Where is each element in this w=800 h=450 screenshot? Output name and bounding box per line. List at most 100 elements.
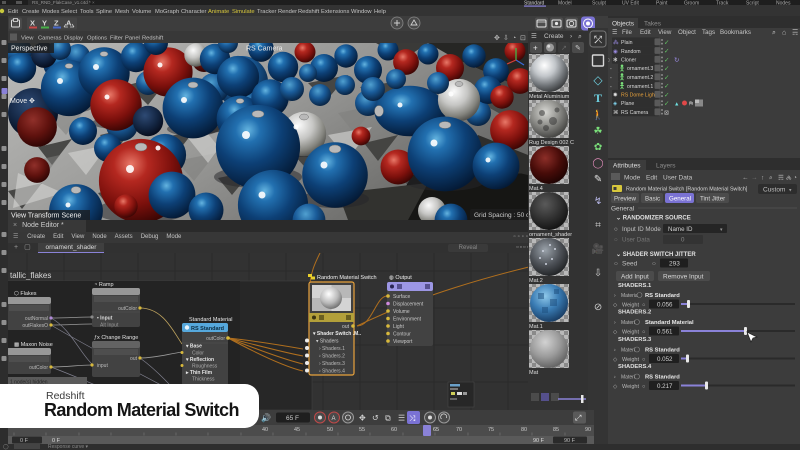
svg-text:Mode: Mode	[624, 175, 641, 182]
svg-text:▪: ▪	[610, 84, 612, 89]
svg-text:›: ›	[614, 375, 616, 381]
svg-text:Perspective: Perspective	[11, 46, 48, 53]
svg-text:Z: Z	[54, 19, 59, 28]
svg-text:⌄ SHADER SWITCH JITTER: ⌄ SHADER SWITCH JITTER	[616, 252, 696, 258]
svg-text:Weight: Weight	[622, 384, 639, 390]
svg-text:+: +	[533, 44, 538, 53]
svg-text:RS Camera: RS Camera	[246, 46, 283, 53]
svg-text:User Data: User Data	[622, 237, 650, 244]
svg-text:Environment: Environment	[393, 317, 422, 323]
svg-text:⇩: ⇩	[503, 34, 509, 42]
svg-text:0.217: 0.217	[657, 383, 673, 390]
svg-text:Mesh: Mesh	[115, 9, 129, 15]
svg-text:☰: ☰	[398, 414, 405, 423]
svg-text:Input ID Mode: Input ID Mode	[622, 226, 661, 233]
svg-text:› Shaders.1: › Shaders.1	[319, 346, 345, 352]
svg-text:✿: ✿	[594, 142, 602, 153]
svg-text:Model: Model	[558, 1, 572, 7]
svg-text:RS Standard: RS Standard	[645, 348, 680, 354]
svg-text:Modes: Modes	[42, 9, 60, 15]
svg-text:✎: ✎	[575, 45, 581, 52]
svg-text:⤱: ⤱	[593, 35, 602, 46]
svg-text:Volume: Volume	[393, 309, 410, 315]
svg-text:▩ Maxon Noise: ▩ Maxon Noise	[14, 342, 53, 348]
svg-text:Tools: Tools	[80, 9, 94, 15]
svg-text:Create: Create	[544, 33, 564, 40]
svg-text:User Data: User Data	[663, 175, 693, 182]
svg-text:🚶: 🚶	[592, 108, 604, 121]
svg-text:◇: ◇	[613, 303, 618, 309]
svg-text:▪: ▪	[610, 66, 612, 71]
svg-text:45: 45	[294, 427, 300, 433]
svg-text:Random: Random	[621, 49, 641, 55]
svg-text:Rug Design 002 C: Rug Design 002 C	[529, 140, 574, 146]
svg-text:65 F: 65 F	[286, 415, 299, 422]
svg-text:View Transform Scene: View Transform Scene	[11, 213, 81, 220]
svg-text:Mat.4: Mat.4	[529, 186, 543, 192]
svg-text:◯: ◯	[592, 158, 603, 169]
svg-text:Display: Display	[64, 36, 83, 42]
svg-text:Objects: Objects	[612, 21, 635, 28]
svg-text:Material: Material	[621, 293, 639, 299]
svg-text:T: T	[594, 91, 602, 105]
svg-text:Displacement: Displacement	[393, 302, 424, 308]
svg-text:Panel: Panel	[125, 36, 140, 42]
svg-text:RS Dome Light: RS Dome Light	[621, 93, 657, 99]
svg-text:✥: ✥	[359, 414, 366, 423]
svg-text:Cameras: Cameras	[38, 36, 62, 42]
svg-text:Nodes: Nodes	[776, 1, 791, 7]
svg-text:⧉: ⧉	[385, 414, 391, 423]
svg-text:ornament.3: ornament.3	[627, 66, 653, 72]
svg-text:85: 85	[553, 427, 559, 433]
svg-text:⬡ Flakes: ⬡ Flakes	[14, 290, 37, 297]
svg-text:Window: Window	[351, 9, 372, 15]
svg-text:Remove Input: Remove Input	[663, 274, 704, 281]
svg-text:○: ○	[614, 261, 618, 268]
svg-text:Cloner: Cloner	[621, 58, 637, 64]
svg-text:60: 60	[391, 427, 397, 433]
svg-text:A: A	[66, 19, 72, 28]
svg-text:outFlakesO: outFlakesO	[22, 323, 48, 329]
svg-text:◔ Ramp: ◔ Ramp	[94, 282, 114, 288]
svg-text:Edit: Edit	[640, 29, 651, 36]
svg-text:Filter: Filter	[110, 36, 123, 42]
svg-text:Plane: Plane	[621, 101, 634, 107]
svg-text:Attributes: Attributes	[613, 163, 641, 170]
svg-text:outColor: outColor	[118, 306, 137, 312]
svg-text:SHADERS.3: SHADERS.3	[618, 337, 652, 343]
svg-text:⌗: ⌗	[595, 220, 601, 231]
svg-text:Track: Track	[716, 1, 729, 7]
svg-text:◇: ◇	[613, 384, 618, 390]
svg-text:View: View	[21, 36, 34, 42]
svg-text:MoGraph: MoGraph	[155, 9, 179, 15]
svg-text:Random Material Switch [Random: Random Material Switch [Random Material …	[626, 187, 748, 193]
svg-text:A: A	[332, 416, 336, 422]
svg-text:80: 80	[521, 427, 527, 433]
svg-text:▲: ▲	[674, 102, 679, 108]
svg-text:⊘: ⊘	[594, 302, 602, 313]
svg-text:Extensions: Extensions	[321, 9, 349, 15]
svg-text:RS Standard: RS Standard	[191, 326, 224, 332]
svg-text:X: X	[30, 19, 35, 28]
svg-text:Tracker: Tracker	[257, 9, 277, 15]
svg-text:↯: ↯	[594, 196, 602, 207]
svg-text:⌄ RANDOMIZER SOURCE: ⌄ RANDOMIZER SOURCE	[616, 216, 691, 222]
svg-text:› Shaders.4: › Shaders.4	[319, 369, 345, 375]
svg-text:SHADERS.1: SHADERS.1	[618, 283, 652, 289]
svg-text:Edit: Edit	[646, 175, 657, 182]
svg-text:◇: ◇	[613, 330, 618, 336]
svg-text:0.052: 0.052	[657, 356, 673, 363]
svg-text:Spline: Spline	[96, 9, 112, 15]
svg-text:Thickness: Thickness	[192, 377, 215, 383]
svg-text:○: ○	[614, 226, 618, 233]
svg-text:Create: Create	[22, 9, 39, 15]
svg-text:☰: ☰	[531, 33, 537, 40]
svg-text:Plain: Plain	[621, 40, 633, 46]
svg-text:⊡: ⊡	[608, 58, 610, 63]
svg-text:Render: Render	[278, 9, 297, 15]
svg-text:⤨: ⤨	[409, 414, 416, 423]
svg-text:input: input	[97, 363, 108, 369]
svg-text:out: out	[130, 356, 138, 362]
svg-text:Takes: Takes	[644, 21, 662, 28]
svg-text:65: 65	[433, 427, 439, 433]
